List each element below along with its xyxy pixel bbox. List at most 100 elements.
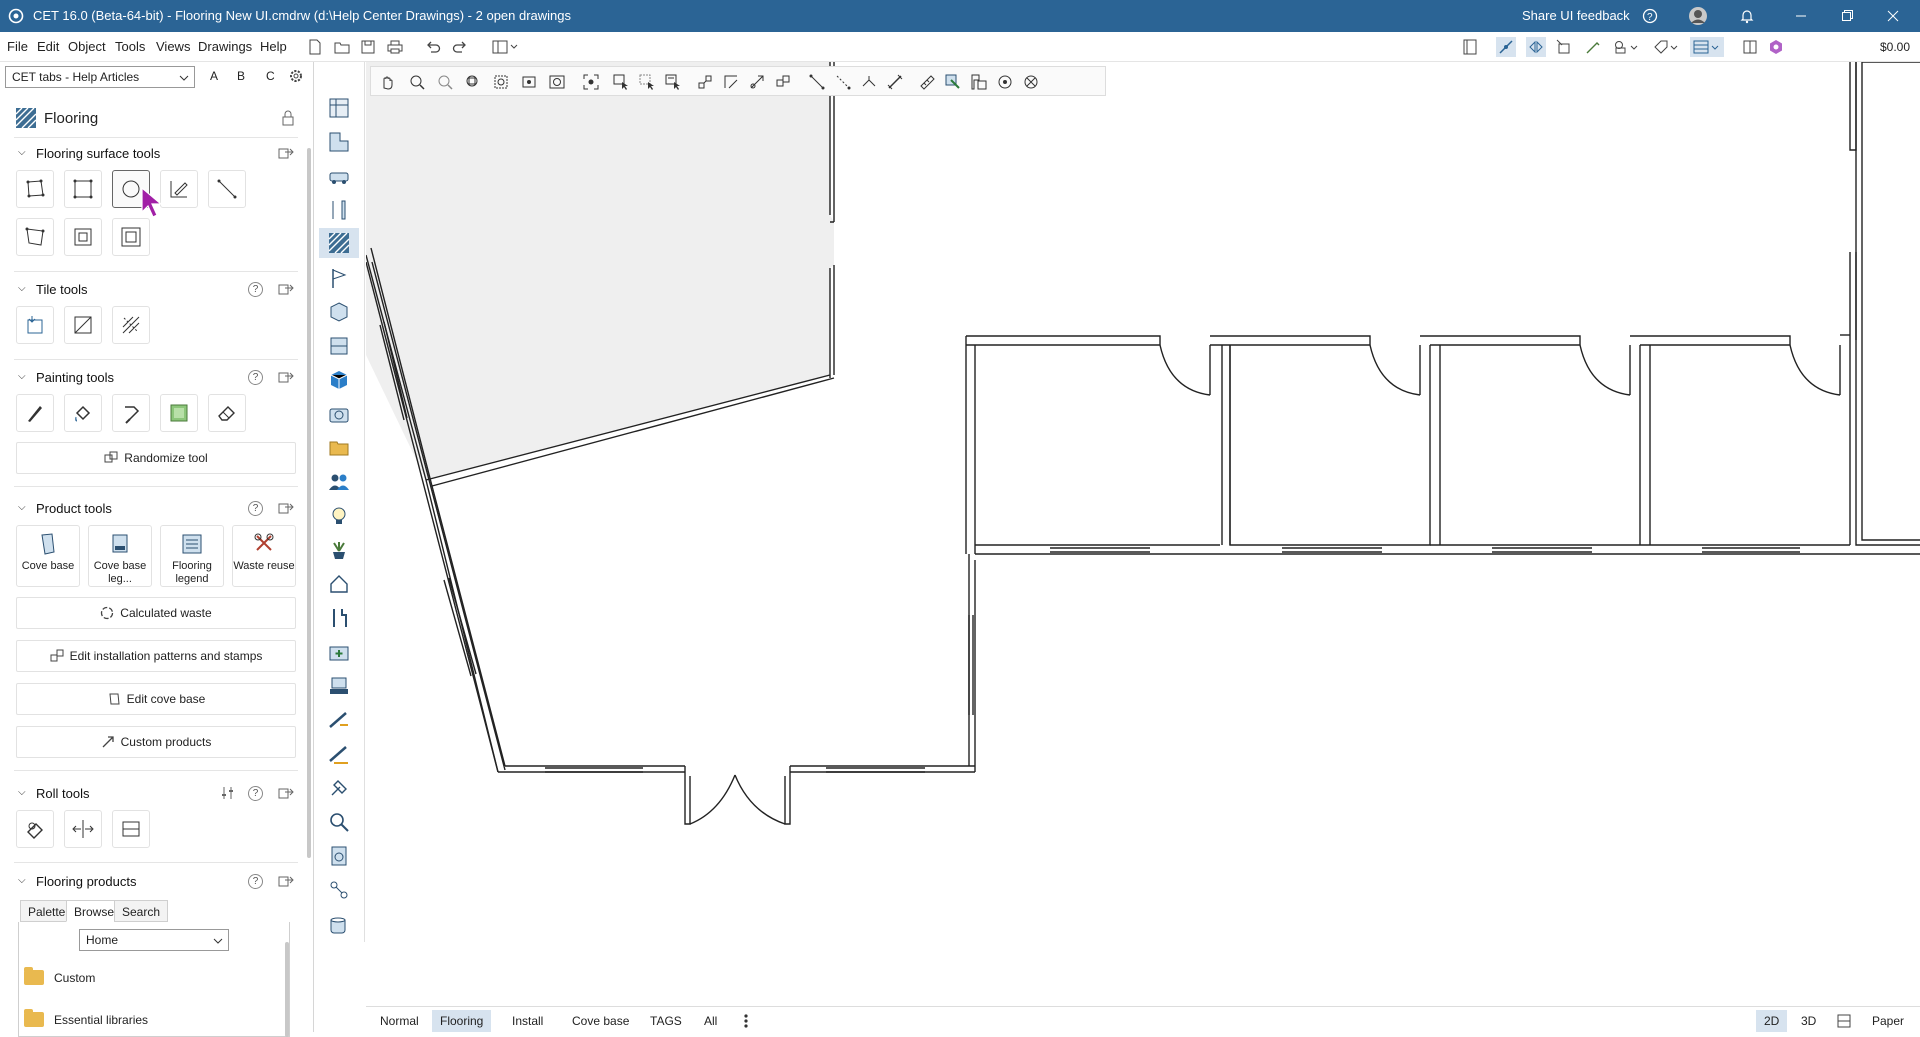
page-view-icon[interactable] [1460,37,1480,57]
share-feedback-link[interactable]: Share UI feedback [1522,8,1630,23]
split-view-icon[interactable] [1836,1013,1852,1029]
section-tile-tools[interactable]: ⌵ Tile tools ? [18,282,298,297]
catalog-icon[interactable] [327,334,351,358]
menu-help[interactable]: Help [260,39,287,54]
zoom-selection-icon[interactable] [519,72,539,92]
view-2d-button[interactable]: 2D [1756,1010,1788,1032]
layer-tab-cove-base[interactable]: Cove base [564,1010,637,1032]
measure-points-icon[interactable] [695,72,715,92]
display-options-dropdown-icon[interactable] [1690,37,1724,57]
tab-b-button[interactable]: B [237,69,245,83]
plumbing-icon[interactable] [327,606,351,630]
rectangle-surface-tool[interactable] [64,170,102,208]
cove-base-tool[interactable]: Cove base [16,525,80,587]
focus-icon[interactable] [581,72,601,92]
desk-icon[interactable] [327,674,351,698]
notification-bell-icon[interactable] [1737,6,1757,26]
drawing-canvas[interactable] [366,62,1920,1006]
layer-tab-all[interactable]: All [696,1010,725,1032]
popout-icon[interactable] [278,874,294,888]
tag-dropdown-icon[interactable] [1652,37,1682,57]
edit-surface-tool[interactable] [16,218,54,256]
zoom-out-icon[interactable] [435,72,455,92]
pencil-ruler-icon[interactable] [327,742,351,766]
measure-icon[interactable] [327,708,351,732]
cube-icon[interactable] [327,368,351,392]
browse-scrollbar[interactable] [285,942,289,1037]
view-3d-button[interactable]: 3D [1793,1010,1824,1032]
paint-roller-tool[interactable] [112,394,150,432]
healthcare-icon[interactable] [327,640,351,664]
search-icon[interactable] [327,810,351,834]
home-icon[interactable] [327,572,351,596]
plants-icon[interactable] [327,538,351,562]
help-icon[interactable]: ? [248,282,263,297]
frame-surface-tool[interactable] [112,218,150,256]
network-icon[interactable] [327,878,351,902]
browse-location-select[interactable]: Home [79,929,229,951]
close-button[interactable] [1870,0,1916,32]
paint-bucket-tool[interactable] [64,394,102,432]
section-product-tools[interactable]: ⌵ Product tools ? [18,501,298,516]
panel-scrollbar[interactable] [307,148,311,858]
tile-insert-tool[interactable] [16,306,54,344]
polygon-surface-tool[interactable] [16,170,54,208]
select-icon[interactable] [611,72,631,92]
menu-edit[interactable]: Edit [37,39,59,54]
help-icon[interactable]: ? [248,370,263,385]
custom-products-button[interactable]: Custom products [16,726,296,758]
extension-icon[interactable] [1766,37,1786,57]
paint-brush-tool[interactable] [16,394,54,432]
offset-surface-tool[interactable] [64,218,102,256]
roll-insert-tool[interactable] [16,810,54,848]
more-options-icon[interactable] [743,1013,749,1029]
stretch-icon[interactable] [721,72,741,92]
menu-tools[interactable]: Tools [115,39,145,54]
cet-tabs-select[interactable]: CET tabs - Help Articles [5,66,195,88]
zoom-extents-icon[interactable] [463,72,483,92]
components-icon[interactable] [327,300,351,324]
snap-icon[interactable] [1496,37,1516,57]
undo-icon[interactable] [423,37,443,57]
coffee-icon[interactable] [327,912,351,936]
flooring-legend-tool[interactable]: Flooring legend [160,525,224,587]
walls-icon[interactable] [327,130,351,154]
layer-tab-tags[interactable]: TAGS [642,1010,690,1032]
new-file-icon[interactable] [305,37,325,57]
lock-icon[interactable] [282,110,294,126]
lighting-icon[interactable] [327,504,351,528]
edit-patterns-button[interactable]: Edit installation patterns and stamps [16,640,296,672]
layer-tab-normal[interactable]: Normal [372,1010,427,1032]
tab-search[interactable]: Search [114,900,169,922]
line-tool-icon[interactable] [807,72,827,92]
pan-hand-icon[interactable] [377,72,397,92]
maximize-button[interactable] [1824,0,1870,32]
folder-icon[interactable] [327,436,351,460]
flooring-surface[interactable] [366,62,834,480]
section-painting-tools[interactable]: ⌵ Painting tools ? [18,370,298,385]
library-item-essential[interactable]: Essential libraries [24,1009,148,1027]
menu-file[interactable]: File [7,39,28,54]
material-swatch-tool[interactable] [160,394,198,432]
zoom-window-icon[interactable] [491,72,511,92]
vehicles-icon[interactable] [327,164,351,188]
view-paper-button[interactable]: Paper [1864,1010,1912,1032]
split-surface-tool[interactable] [208,170,246,208]
popout-icon[interactable] [278,282,294,296]
help-icon[interactable]: ? [248,501,263,516]
redo-icon[interactable] [450,37,470,57]
close-view-icon[interactable] [1021,72,1041,92]
move-icon[interactable] [747,72,767,92]
save-icon[interactable] [358,37,378,57]
user-avatar[interactable] [1688,6,1708,26]
camera-icon[interactable] [327,402,351,426]
flag-icon[interactable] [327,266,351,290]
layer-tab-install[interactable]: Install [504,1010,551,1032]
area-icon[interactable] [943,72,963,92]
menu-object[interactable]: Object [68,39,106,54]
help-icon[interactable]: ? [248,874,263,889]
drawing-setup-icon[interactable] [327,96,351,120]
section-surface-tools[interactable]: ⌵ Flooring surface tools [18,146,298,161]
roll-seam-tool[interactable] [64,810,102,848]
select-all-icon[interactable] [663,72,683,92]
